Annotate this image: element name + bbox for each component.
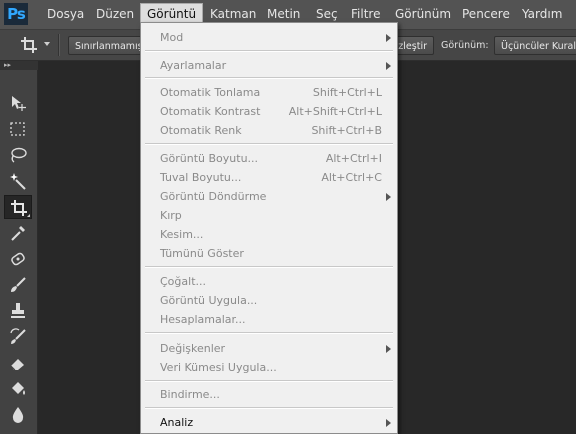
submenu-arrow-icon	[386, 419, 391, 427]
view-label: Görünüm:	[441, 40, 489, 51]
menu-separator	[145, 77, 393, 79]
menu-separator	[145, 407, 393, 409]
menu-item-label: Ayarlamalar	[160, 59, 227, 72]
menu-item-variables[interactable]: Değişkenler	[141, 339, 397, 358]
menu-separator	[145, 380, 393, 382]
menu-item-duplicate[interactable]: Çoğalt...	[141, 272, 397, 291]
magic-wand-tool[interactable]	[4, 169, 32, 193]
menu-item-mode[interactable]: Mod	[141, 28, 397, 47]
menu-item-auto-contrast[interactable]: Otomatik Kontrast Alt+Shift+Ctrl+L	[141, 102, 397, 121]
clone-stamp-icon	[11, 303, 25, 318]
menu-separator	[145, 50, 393, 52]
crop-icon[interactable]	[20, 36, 40, 54]
menu-item-apply-image[interactable]: Görüntü Uygula...	[141, 291, 397, 310]
menu-item-shortcut: Shift+Ctrl+B	[311, 124, 382, 137]
submenu-arrow-icon	[386, 345, 391, 353]
eyedropper-tool[interactable]	[4, 221, 32, 245]
collapse-arrows-icon[interactable]: ▸▸	[4, 61, 11, 70]
menu-item-reveal-all[interactable]: Tümünü Göster	[141, 244, 397, 263]
brush-tool[interactable]	[4, 273, 32, 297]
menu-item-label: Hesaplamalar...	[160, 313, 246, 326]
menu-item-apply-data-set[interactable]: Veri Kümesi Uygula...	[141, 358, 397, 377]
menu-item-label: Kırp	[160, 209, 182, 222]
divider	[58, 34, 60, 56]
menu-item-auto-tone[interactable]: Otomatik Tonlama Shift+Ctrl+L	[141, 83, 397, 102]
eraser-icon	[10, 359, 24, 371]
menu-item-adjustments[interactable]: Ayarlamalar	[141, 56, 397, 75]
menu-item-label: Mod	[160, 31, 184, 44]
menu-window[interactable]: Pencere	[456, 4, 516, 25]
menu-separator	[145, 143, 393, 145]
menu-item-shortcut: Alt+Ctrl+C	[321, 171, 382, 184]
blur-tool[interactable]	[4, 403, 32, 427]
crop-tool[interactable]	[4, 195, 32, 219]
blur-icon	[12, 407, 24, 423]
lasso-tool[interactable]	[4, 143, 32, 167]
menu-file[interactable]: Dosya	[41, 4, 90, 25]
move-icon	[12, 96, 26, 111]
submenu-arrow-icon	[386, 34, 391, 42]
eyedropper-icon	[11, 226, 25, 241]
menu-item-calculations[interactable]: Hesaplamalar...	[141, 310, 397, 329]
tools-panel-header[interactable]: ▸▸	[0, 61, 38, 70]
menu-item-label: Otomatik Tonlama	[160, 86, 261, 99]
paint-bucket-icon	[12, 382, 25, 395]
menu-item-canvas-size[interactable]: Tuval Boyutu... Alt+Ctrl+C	[141, 168, 397, 187]
menu-item-image-size[interactable]: Görüntü Boyutu... Alt+Ctrl+I	[141, 149, 397, 168]
rectangular-marquee-icon	[10, 122, 25, 136]
menu-item-trap[interactable]: Bindirme...	[141, 385, 397, 404]
tools-panel: ▸▸	[0, 61, 38, 434]
lasso-icon	[11, 147, 27, 163]
menu-item-label: Görüntü Uygula...	[160, 294, 258, 307]
menu-item-trim[interactable]: Kesim...	[141, 225, 397, 244]
menu-item-label: Görüntü Döndürme	[160, 190, 267, 203]
menu-item-image-rotation[interactable]: Görüntü Döndürme	[141, 187, 397, 206]
menu-item-label: Tuval Boyutu...	[160, 171, 242, 184]
history-brush-tool[interactable]	[4, 325, 32, 349]
tool-flyout-indicator	[27, 214, 30, 217]
submenu-arrow-icon	[386, 62, 391, 70]
photoshop-logo: Ps	[4, 3, 28, 25]
menu-separator	[145, 332, 393, 334]
menu-help[interactable]: Yardım	[516, 4, 568, 25]
menu-item-label: Otomatik Renk	[160, 124, 242, 137]
view-overlay-select[interactable]: Üçüncüler Kuralı	[494, 36, 576, 55]
submenu-arrow-icon	[386, 193, 391, 201]
menu-item-auto-color[interactable]: Otomatik Renk Shift+Ctrl+B	[141, 121, 397, 140]
menu-item-label: Değişkenler	[160, 342, 226, 355]
menu-item-label: Tümünü Göster	[160, 247, 244, 260]
menu-item-shortcut: Alt+Ctrl+I	[325, 152, 382, 165]
menu-item-label: Görüntü Boyutu...	[160, 152, 259, 165]
paint-bucket-tool[interactable]	[4, 377, 32, 401]
healing-brush-tool[interactable]	[4, 247, 32, 271]
menu-item-label: Analiz	[160, 416, 194, 429]
tool-preset-dropdown-icon[interactable]	[44, 42, 50, 46]
image-menu-dropdown: Mod Ayarlamalar Otomatik Tonlama Shift+C…	[140, 22, 398, 434]
menu-item-label: Bindirme...	[160, 388, 220, 401]
history-brush-icon	[10, 328, 26, 344]
brush-icon	[11, 277, 26, 292]
crop-icon	[11, 200, 27, 216]
menu-edit[interactable]: Düzen	[90, 4, 140, 25]
menu-view[interactable]: Görünüm	[389, 4, 457, 25]
clone-stamp-tool[interactable]	[4, 299, 32, 323]
menu-item-analysis[interactable]: Analiz	[141, 413, 397, 432]
move-tool[interactable]	[4, 91, 32, 115]
menu-separator	[145, 266, 393, 268]
menu-item-shortcut: Alt+Shift+Ctrl+L	[288, 105, 382, 118]
marquee-tool[interactable]	[4, 117, 32, 141]
menu-item-shortcut: Shift+Ctrl+L	[312, 86, 382, 99]
eraser-tool[interactable]	[4, 351, 32, 375]
menu-item-label: Kesim...	[160, 228, 204, 241]
healing-brush-icon	[11, 252, 25, 266]
constraint-select[interactable]: Sınırlanmamış	[68, 36, 142, 55]
menu-item-label: Otomatik Kontrast	[160, 105, 261, 118]
menu-item-label: Çoğalt...	[160, 275, 206, 288]
menu-item-label: Veri Kümesi Uygula...	[160, 361, 277, 374]
menu-item-crop[interactable]: Kırp	[141, 206, 397, 225]
magic-wand-icon	[10, 173, 26, 190]
